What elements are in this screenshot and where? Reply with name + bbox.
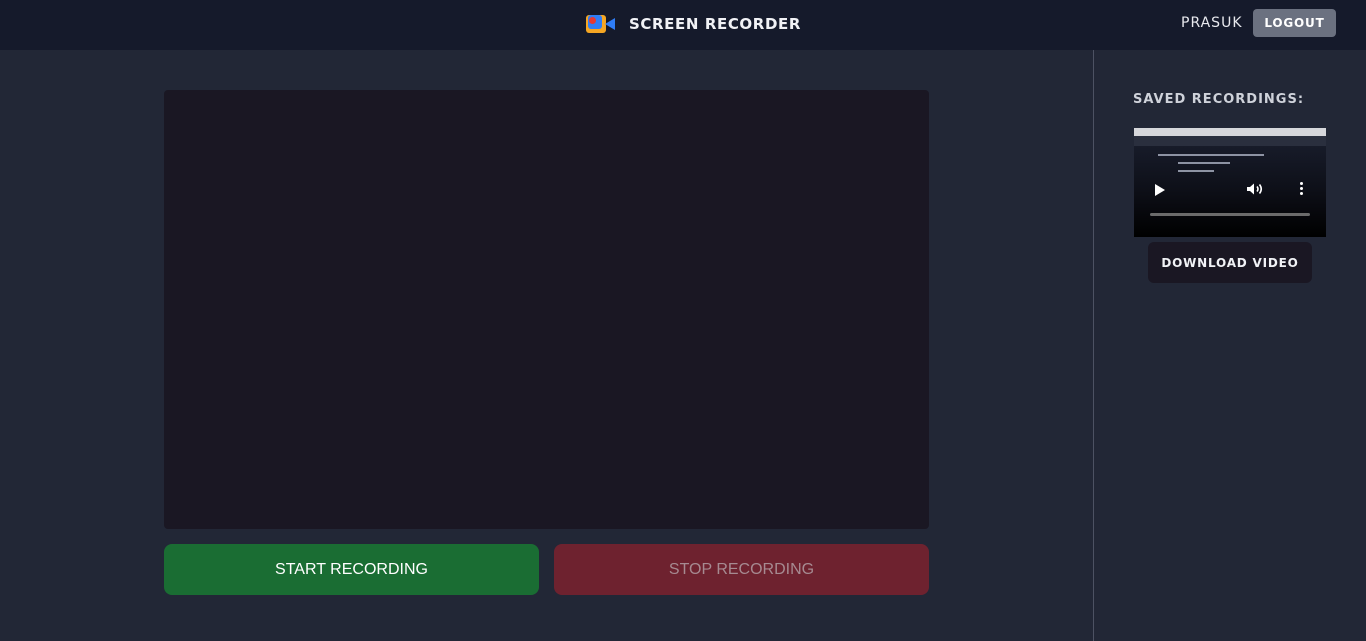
video-thumbnail-header	[1134, 136, 1326, 146]
video-thumbnail	[1134, 128, 1326, 136]
video-thumbnail-detail	[1158, 154, 1264, 156]
brand: SCREEN RECORDER	[585, 12, 801, 36]
top-bar: SCREEN RECORDER PRASUK LOGOUT	[0, 0, 1366, 50]
logout-button[interactable]: LOGOUT	[1253, 9, 1336, 37]
more-options-icon[interactable]	[1300, 182, 1304, 196]
video-thumbnail-detail	[1178, 170, 1214, 172]
recording-preview	[164, 90, 929, 529]
download-video-button[interactable]: DOWNLOAD VIDEO	[1148, 242, 1312, 283]
start-recording-button[interactable]: START RECORDING	[164, 544, 539, 595]
saved-recordings-title: SAVED RECORDINGS:	[1133, 92, 1305, 107]
volume-icon[interactable]	[1246, 182, 1264, 196]
stop-recording-button[interactable]: STOP RECORDING	[554, 544, 929, 595]
username: PRASUK	[1181, 15, 1243, 31]
app-title: SCREEN RECORDER	[629, 15, 801, 33]
recording-video-player[interactable]	[1134, 128, 1326, 237]
play-icon[interactable]	[1155, 184, 1165, 196]
sidebar-divider	[1093, 50, 1094, 641]
video-thumbnail-detail	[1178, 162, 1230, 164]
video-timeline[interactable]	[1150, 213, 1310, 216]
video-camera-icon	[585, 13, 616, 35]
